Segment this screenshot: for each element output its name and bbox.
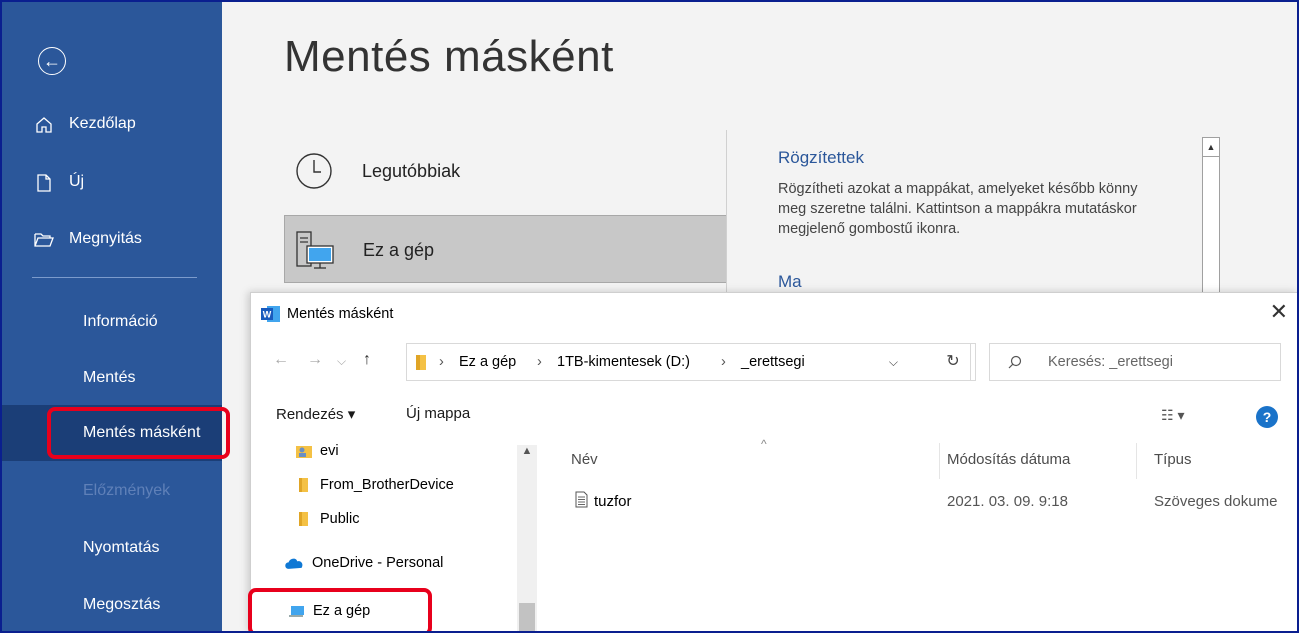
sidebar-item-share[interactable]: Megosztás — [2, 585, 222, 625]
location-label: Ez a gép — [363, 240, 435, 260]
onedrive-cloud-icon — [285, 558, 303, 569]
sidebar-item-label: Kezdőlap — [69, 115, 136, 132]
nav-item-from-brotherdevice[interactable]: From_BrotherDevice — [296, 471, 454, 499]
user-folder-icon — [296, 446, 312, 459]
sidebar-item-label: Mentés — [83, 369, 136, 386]
nav-item-onedrive[interactable]: OneDrive - Personal — [284, 549, 443, 577]
dialog-title-bar: W Mentés másként — [261, 303, 393, 325]
backstage-sidebar: ← Kezdőlap Új Megnyitás Információ Menté… — [2, 2, 222, 631]
sidebar-item-save[interactable]: Mentés — [2, 358, 222, 398]
sidebar-item-label: Nyomtatás — [83, 539, 160, 556]
sidebar-item-open[interactable]: Megnyitás — [2, 219, 222, 259]
open-folder-icon — [32, 219, 56, 259]
sidebar-item-label: Információ — [83, 313, 158, 330]
folder-icon — [299, 512, 308, 527]
address-bar[interactable]: › Ez a gép › 1TB-kimentesek (D:) › _eret… — [406, 343, 971, 381]
word-logo-icon: W — [261, 306, 280, 323]
sidebar-item-new[interactable]: Új — [2, 162, 222, 202]
breadcrumb-item[interactable]: Ez a gép — [459, 344, 516, 380]
breadcrumb-separator: › — [537, 354, 542, 370]
today-heading: Ma — [778, 272, 802, 291]
recent-locations-button[interactable]: ⌵ — [337, 354, 346, 369]
folder-icon — [299, 478, 308, 493]
nav-item-public[interactable]: Public — [296, 505, 360, 533]
breadcrumb-separator: › — [439, 354, 444, 370]
breadcrumb-separator: › — [721, 354, 726, 370]
sidebar-item-print[interactable]: Nyomtatás — [2, 528, 222, 568]
file-modified: 2021. 03. 09. 9:18 — [947, 493, 1068, 510]
column-separator[interactable] — [939, 443, 940, 479]
nav-item-label: From_BrotherDevice — [320, 477, 454, 493]
clock-icon — [296, 153, 332, 189]
nav-item-label: Public — [320, 511, 360, 527]
svg-text:W: W — [263, 310, 272, 320]
computer-icon — [296, 231, 334, 269]
pinned-description: Rögzítheti azokat a mappákat, amelyeket … — [778, 179, 1208, 239]
save-as-dialog: W Mentés másként ✕ ← → ⌵ ↑ › Ez a gép › … — [250, 292, 1297, 631]
chevron-down-icon[interactable]: ⌵ — [889, 344, 898, 380]
breadcrumb-item[interactable]: 1TB-kimentesek (D:) — [557, 344, 690, 380]
sidebar-item-label: Megosztás — [83, 596, 161, 613]
vertical-divider — [726, 130, 727, 300]
column-header-modified[interactable]: Módosítás dátuma — [947, 451, 1070, 468]
sidebar-item-history: Előzmények — [2, 471, 222, 511]
back-arrow-icon[interactable]: ← — [38, 47, 66, 75]
close-icon[interactable]: ✕ — [1270, 299, 1288, 325]
nav-item-evi[interactable]: evi — [296, 437, 339, 465]
pinned-heading: Rögzítettek — [778, 148, 864, 167]
sidebar-item-label: Új — [69, 173, 85, 190]
search-placeholder: Keresés: _erettsegi — [1048, 354, 1173, 370]
help-icon[interactable]: ? — [1256, 406, 1278, 428]
sidebar-item-home[interactable]: Kezdőlap — [2, 104, 222, 144]
sort-ascending-icon: ^ — [761, 437, 767, 451]
sidebar-item-label: Megnyitás — [69, 230, 142, 247]
breadcrumb-item[interactable]: _erettsegi — [741, 344, 805, 380]
folder-icon — [416, 355, 426, 370]
screenshot-frame: ← Kezdőlap Új Megnyitás Információ Menté… — [0, 0, 1299, 633]
column-header-type[interactable]: Típus — [1154, 451, 1192, 468]
refresh-button[interactable]: ↻ — [931, 343, 976, 381]
scroll-up-icon[interactable]: ▲ — [517, 445, 537, 457]
pinned-text-line: Rögzítheti azokat a mappákat, amelyeket … — [778, 181, 1138, 197]
home-icon — [32, 104, 56, 144]
new-document-icon — [32, 162, 56, 202]
file-list-header: ^ Név Módosítás dátuma Típus — [539, 437, 1297, 479]
nav-item-label: evi — [320, 443, 339, 459]
organize-button[interactable]: Rendezés ▾ — [276, 405, 355, 423]
search-icon — [1008, 344, 1022, 380]
search-input[interactable]: Keresés: _erettsegi — [989, 343, 1281, 381]
file-type: Szöveges dokume — [1154, 493, 1278, 510]
dialog-title: Mentés másként — [287, 306, 394, 322]
dialog-toolbar: Rendezés ▾ Új mappa ☷ ▾ ? — [251, 401, 1297, 431]
nav-item-label: OneDrive - Personal — [312, 555, 444, 571]
location-recent[interactable]: Legutóbbiak — [284, 137, 727, 205]
pinned-text-line: meg szeretne találni. Kattintson a mappá… — [778, 201, 1137, 217]
pinned-text-line: megjelenő gombostű ikonra. — [778, 221, 961, 237]
column-header-name[interactable]: Név — [571, 451, 598, 468]
sidebar-divider — [32, 277, 197, 278]
column-separator[interactable] — [1136, 443, 1137, 479]
sidebar-item-label: Előzmények — [83, 482, 171, 499]
sidebar-item-info[interactable]: Információ — [2, 302, 222, 342]
up-button[interactable]: ↑ — [363, 351, 371, 369]
scrollbar-thumb[interactable] — [519, 603, 535, 631]
navigation-bar: ← → ⌵ ↑ › Ez a gép › 1TB-kimentesek (D:)… — [251, 343, 1297, 383]
location-this-pc[interactable]: Ez a gép — [284, 215, 727, 283]
highlight-box-save-as — [47, 407, 230, 459]
navigation-scrollbar[interactable]: ▲ — [517, 445, 537, 631]
forward-button[interactable]: → — [307, 351, 323, 369]
file-name: tuzfor — [594, 493, 632, 510]
location-label: Legutóbbiak — [362, 161, 461, 181]
highlight-box-this-pc — [248, 588, 432, 631]
page-title: Mentés másként — [284, 32, 614, 81]
file-row[interactable]: tuzfor 2021. 03. 09. 9:18 Szöveges dokum… — [539, 489, 1297, 515]
pinned-scrollbar[interactable]: ▲ — [1202, 137, 1220, 302]
new-folder-button[interactable]: Új mappa — [406, 405, 470, 422]
text-file-icon — [575, 491, 588, 508]
view-options-icon[interactable]: ☷ ▾ — [1161, 407, 1184, 424]
back-button[interactable]: ← — [273, 351, 289, 369]
scroll-up-icon[interactable]: ▲ — [1203, 138, 1219, 157]
